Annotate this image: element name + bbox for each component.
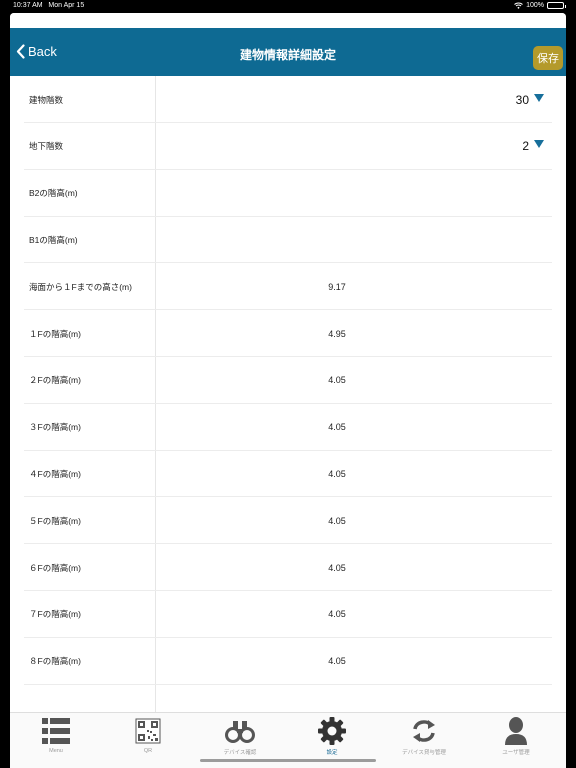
tab-settings[interactable]: 設定 xyxy=(286,716,378,764)
status-time-text: 10:37 AM xyxy=(13,2,43,9)
table-row[interactable]: B2の階高(m) xyxy=(24,170,552,217)
table-row[interactable]: B1の階高(m) xyxy=(24,216,552,264)
menu-icon xyxy=(42,718,70,744)
row-label: ８Fの階高(m) xyxy=(29,656,81,667)
battery-percent: 100% xyxy=(526,2,544,9)
table-row[interactable]: ５Fの階高(m) 4.05 xyxy=(24,497,552,545)
status-right: 100% xyxy=(514,2,566,9)
status-date-text: Mon Apr 15 xyxy=(48,2,85,9)
status-time: 10:37 AM Mon Apr 15 xyxy=(13,2,84,9)
row-value-field[interactable]: 9.17 xyxy=(169,282,505,292)
table-row[interactable]: ３Fの階高(m) 4.05 xyxy=(24,404,552,451)
row-value-field[interactable]: 4.05 xyxy=(169,422,505,432)
binoculars-icon xyxy=(225,721,255,743)
navbar: Back 建物情報詳細設定 保存 xyxy=(10,28,566,76)
tab-qr-label: QR xyxy=(143,748,153,754)
table-row[interactable]: ８Fの階高(m) 4.05 xyxy=(24,638,552,685)
row-dropdown-value: 30 xyxy=(515,92,529,107)
dropdown-row[interactable]: 建物階数 30 xyxy=(24,76,552,123)
tab-settings-label: 設定 xyxy=(326,750,338,756)
row-dropdown[interactable]: 30 xyxy=(516,93,544,107)
table-row[interactable]: ７Fの階高(m) 4.05 xyxy=(24,591,552,638)
tab-menu[interactable]: Menu xyxy=(10,716,102,764)
row-label: ３Fの階高(m) xyxy=(29,422,81,433)
tab-user-management-label: ユーザ管理 xyxy=(502,750,530,756)
table-row[interactable]: １Fの階高(m) 4.95 xyxy=(24,310,552,357)
tab-device-lending-label: デバイス貸与管理 xyxy=(402,750,446,756)
tab-device-check[interactable]: デバイス確認 xyxy=(194,716,286,764)
save-button[interactable]: 保存 xyxy=(533,46,563,70)
row-label: 建物階数 xyxy=(29,94,64,105)
row-label: B1の階高(m) xyxy=(29,234,78,245)
sync-icon xyxy=(413,720,435,742)
dropdown-triangle-icon xyxy=(534,140,544,149)
row-separator xyxy=(24,683,552,685)
row-label: B2の階高(m) xyxy=(29,188,78,199)
dropdown-triangle-icon xyxy=(534,93,544,102)
home-indicator xyxy=(200,759,376,762)
row-value-field[interactable]: 4.95 xyxy=(169,329,505,339)
top-strip xyxy=(10,13,566,28)
row-label: ５Fの階高(m) xyxy=(29,515,81,526)
row-dropdown-value: 2 xyxy=(522,139,529,154)
row-label: 海面から１Fまでの高さ(m) xyxy=(29,281,132,292)
status-bar: 10:37 AM Mon Apr 15 100% xyxy=(0,0,576,13)
battery-icon xyxy=(547,2,566,9)
table-row[interactable]: ４Fの階高(m) 4.05 xyxy=(24,450,552,498)
user-icon xyxy=(505,717,527,745)
tab-qr[interactable]: QR xyxy=(102,716,194,764)
row-dropdown[interactable]: 2 xyxy=(522,139,544,153)
row-label: ４Fの階高(m) xyxy=(29,468,81,479)
row-label: ２Fの階高(m) xyxy=(29,375,81,386)
row-value-field[interactable]: 4.05 xyxy=(169,516,505,526)
app-window: Back 建物情報詳細設定 保存 建物階数 30 地下階数 2 B2の階高(m) B1の階… xyxy=(10,13,566,768)
row-label: 地下階数 xyxy=(29,141,64,152)
tab-device-lending[interactable]: デバイス貸与管理 xyxy=(378,716,470,764)
table-row[interactable]: ２Fの階高(m) 4.05 xyxy=(24,357,552,404)
table-row[interactable]: ６Fの階高(m) 4.05 xyxy=(24,544,552,591)
qr-code-icon xyxy=(135,718,161,744)
tab-menu-label: Menu xyxy=(49,748,63,754)
row-label: １Fの階高(m) xyxy=(29,328,81,339)
row-label: ６Fの階高(m) xyxy=(29,562,81,573)
settings-table: 建物階数 30 地下階数 2 B2の階高(m) B1の階高(m) 海面から１Fまでの高さ(m… xyxy=(10,76,566,712)
gear-icon xyxy=(318,717,346,745)
row-value-field[interactable]: 4.05 xyxy=(169,609,505,619)
tab-device-check-label: デバイス確認 xyxy=(223,750,257,756)
dropdown-row[interactable]: 地下階数 2 xyxy=(24,123,552,170)
row-value-field[interactable]: 4.05 xyxy=(169,656,505,666)
tab-user-management[interactable]: ユーザ管理 xyxy=(470,716,562,764)
page-title: 建物情報詳細設定 xyxy=(239,48,336,62)
wifi-icon xyxy=(514,2,523,9)
row-value-field[interactable]: 4.05 xyxy=(169,469,505,479)
table-row[interactable]: 海面から１Fまでの高さ(m) 9.17 xyxy=(24,263,552,311)
row-value-field[interactable]: 4.05 xyxy=(169,563,505,573)
row-label: ７Fの階高(m) xyxy=(29,609,81,620)
row-value-field[interactable]: 4.05 xyxy=(169,375,505,385)
